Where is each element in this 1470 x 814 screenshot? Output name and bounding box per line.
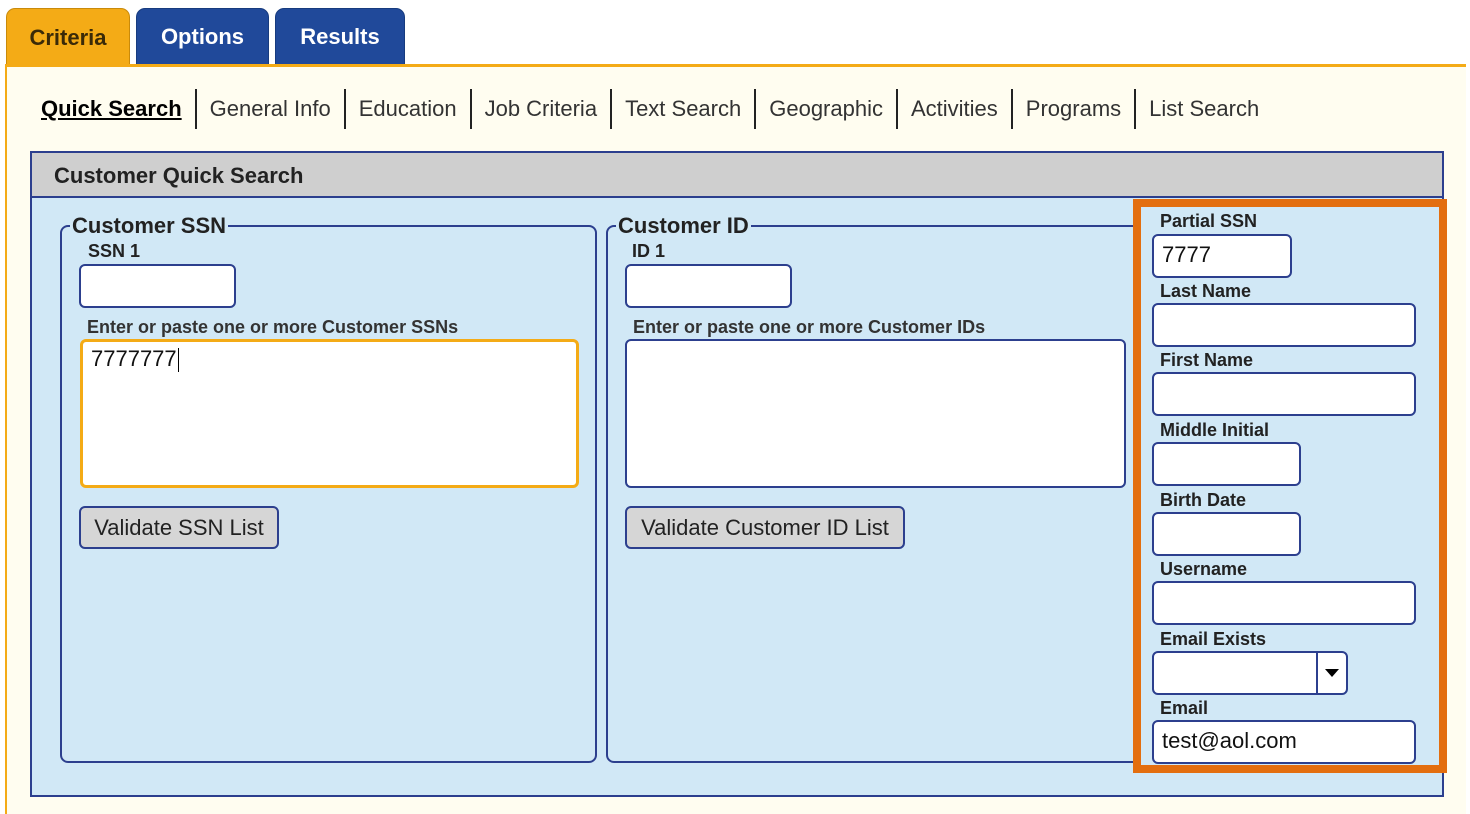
username-input[interactable]	[1152, 581, 1416, 625]
birth-date-label: Birth Date	[1160, 490, 1247, 510]
subnav-activities[interactable]: Activities	[898, 89, 1013, 129]
subnav-quick-search[interactable]: Quick Search	[34, 89, 197, 129]
customer-id-legend: Customer ID	[616, 213, 751, 239]
last-name-input[interactable]	[1152, 303, 1416, 347]
customer-ssn-group: Customer SSN SSN 1 Enter or paste one or…	[60, 213, 597, 763]
username-label: Username	[1160, 559, 1248, 579]
customer-ssn-legend: Customer SSN	[70, 213, 229, 239]
id1-label: ID 1	[632, 241, 666, 261]
email-input[interactable]: test@aol.com	[1152, 720, 1416, 764]
subnav-general-info[interactable]: General Info	[197, 89, 346, 129]
validate-customer-id-list-button[interactable]: Validate Customer ID List	[625, 506, 905, 549]
criteria-subnav: Quick Search General Info Education Job …	[34, 88, 1272, 130]
id1-input[interactable]	[625, 264, 792, 308]
panel-title: Customer Quick Search	[32, 153, 1442, 198]
ssn1-input[interactable]	[79, 264, 236, 308]
id-list-hint: Enter or paste one or more Customer IDs	[633, 317, 986, 337]
subnav-list-search[interactable]: List Search	[1136, 89, 1272, 129]
chevron-down-icon[interactable]	[1316, 653, 1346, 693]
tab-criteria[interactable]: Criteria	[6, 8, 130, 66]
ssn1-label: SSN 1	[88, 241, 141, 261]
tab-options[interactable]: Options	[136, 8, 269, 66]
subnav-programs[interactable]: Programs	[1013, 89, 1137, 129]
validate-ssn-list-button[interactable]: Validate SSN List	[79, 506, 279, 549]
last-name-label: Last Name	[1160, 281, 1252, 301]
customer-quick-search-panel: Customer Quick Search Customer SSN SSN 1…	[30, 151, 1444, 797]
email-exists-select[interactable]	[1152, 651, 1348, 695]
ssn-list-hint: Enter or paste one or more Customer SSNs	[87, 317, 459, 337]
ssn-list-value: 7777777	[91, 346, 177, 371]
customer-id-group: Customer ID ID 1 Enter or paste one or m…	[606, 213, 1141, 763]
birth-date-input[interactable]	[1152, 512, 1301, 556]
email-label: Email	[1160, 698, 1209, 718]
subnav-job-criteria[interactable]: Job Criteria	[472, 89, 613, 129]
subnav-education[interactable]: Education	[346, 89, 472, 129]
tab-results[interactable]: Results	[275, 8, 405, 66]
middle-initial-label: Middle Initial	[1160, 420, 1270, 440]
text-cursor	[177, 348, 179, 373]
email-exists-value	[1154, 653, 1314, 693]
subnav-text-search[interactable]: Text Search	[612, 89, 757, 129]
first-name-label: First Name	[1160, 350, 1254, 370]
email-exists-label: Email Exists	[1160, 629, 1267, 649]
subnav-geographic[interactable]: Geographic	[756, 89, 898, 129]
first-name-input[interactable]	[1152, 372, 1416, 416]
id-list-textarea[interactable]	[625, 339, 1126, 488]
middle-initial-input[interactable]	[1152, 442, 1301, 486]
ssn-list-textarea[interactable]: 7777777	[80, 339, 579, 488]
partial-ssn-input[interactable]: 7777	[1152, 234, 1292, 278]
partial-ssn-label: Partial SSN	[1160, 211, 1258, 231]
